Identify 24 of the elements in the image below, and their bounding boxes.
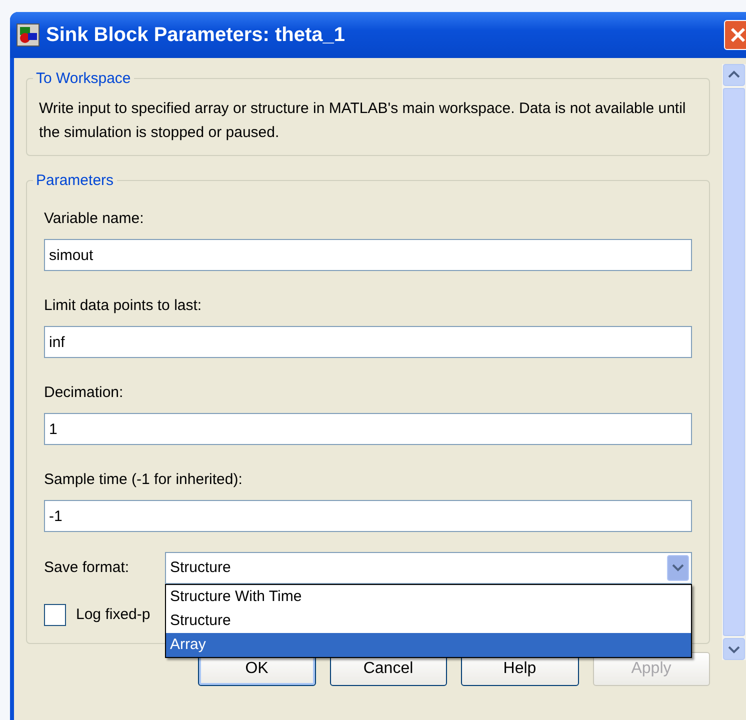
save-format-dropdown[interactable]: Structure (165, 552, 692, 584)
scroll-thumb[interactable] (723, 88, 745, 636)
scroll-up-icon[interactable] (723, 64, 745, 86)
description-text: Write input to specified array or structure in MATLAB's main workspace. Data is not available until the simulation is stopped or paused. (39, 99, 687, 143)
dropdown-option[interactable]: Structure (166, 609, 691, 633)
field-label: Sample time (-1 for inherited): (44, 470, 244, 489)
text-field[interactable]: -1 (44, 500, 692, 532)
checkbox-label: Log fixed-p (76, 605, 150, 625)
checkbox[interactable] (44, 604, 66, 626)
dropdown-option[interactable]: Structure With Time (166, 585, 691, 609)
close-button[interactable] (724, 20, 746, 50)
simulink-block-icon (16, 23, 40, 47)
field-label: Limit data points to last: (44, 296, 203, 315)
scroll-down-icon[interactable] (723, 638, 745, 660)
field-label: Variable name: (44, 209, 145, 228)
scrollbar[interactable] (722, 64, 746, 660)
field-label: Save format: (44, 558, 130, 578)
text-field[interactable]: 1 (44, 413, 692, 445)
text-field[interactable]: inf (44, 326, 692, 358)
window-title: Sink Block Parameters: theta_1 (46, 23, 346, 48)
field-label: Decimation: (44, 383, 124, 402)
text-field[interactable]: simout (44, 239, 692, 271)
close-icon (730, 27, 746, 43)
dropdown-option[interactable]: Array (166, 633, 691, 657)
